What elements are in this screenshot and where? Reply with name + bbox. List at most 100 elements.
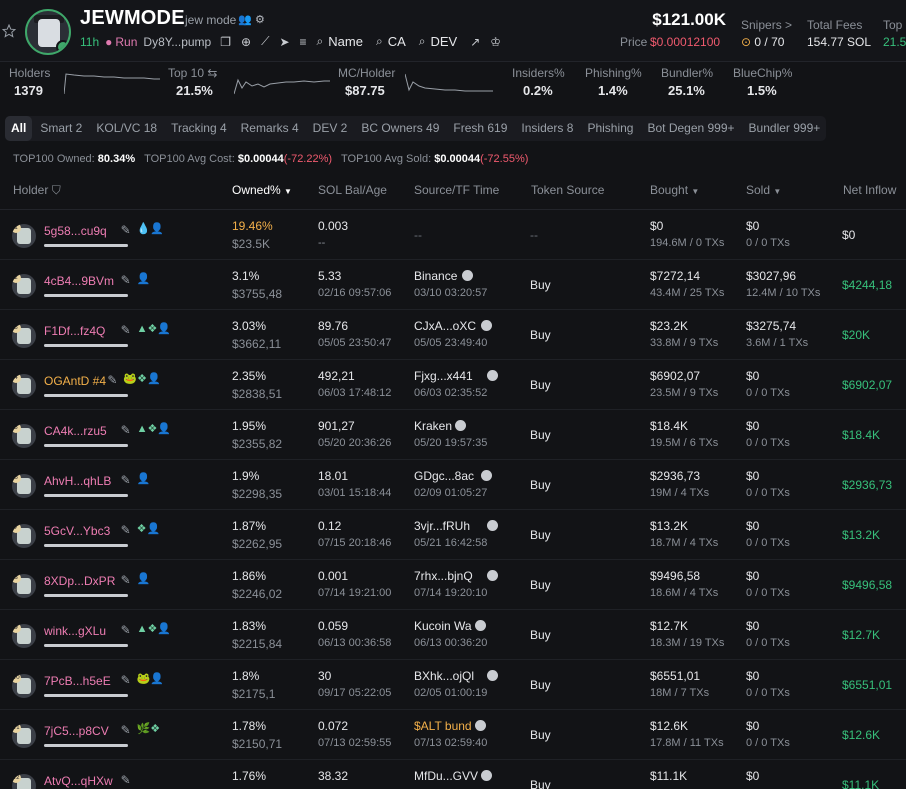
sol-balance: 38.32 xyxy=(318,769,349,783)
col-owned[interactable]: Owned% ▼ xyxy=(232,183,292,197)
holder-address[interactable]: AtvQ...qHXw xyxy=(44,774,113,788)
edit-remark-icon[interactable]: ✎ xyxy=(121,273,131,287)
edit-remark-icon[interactable]: ✎ xyxy=(107,373,117,387)
table-row[interactable]: 5 CA4k...rzu5 ✎ ▲❖👤 1.95% $2355,82 901,27 05/20… xyxy=(0,410,906,460)
edit-remark-icon[interactable]: ✎ xyxy=(121,473,131,487)
sort-desc-icon[interactable]: ▼ xyxy=(284,187,292,196)
holder-address[interactable]: CA4k...rzu5 xyxy=(44,424,107,438)
tab-bot-degen[interactable]: Bot Degen 999+ xyxy=(641,116,740,141)
col-holder[interactable]: Holder ⛉ xyxy=(13,183,61,198)
funding-source[interactable]: Kucoin Wa xyxy=(414,619,500,633)
edit-remark-icon[interactable]: ✎ xyxy=(121,623,131,637)
search-name-link[interactable]: Name xyxy=(328,34,363,49)
col-source[interactable]: Source/TF Time xyxy=(414,183,499,197)
owned-percent: 1.95% xyxy=(232,419,267,433)
sold-detail: 0 / 0 TXs xyxy=(746,587,790,599)
col-net-inflow[interactable]: Net Inflow xyxy=(843,183,896,197)
holder-avatar[interactable]: 6 xyxy=(12,474,36,498)
wallet-age: 05/05 23:50:47 xyxy=(318,337,392,349)
holder-avatar[interactable]: 10 xyxy=(12,674,36,698)
table-row[interactable]: 6 AhvH...qhLB ✎ 👤 1.9% $2298,35 18.01 03/01 15:… xyxy=(0,460,906,510)
holder-address[interactable]: wink...gXLu xyxy=(44,624,106,638)
holder-address[interactable]: 5g58...cu9q xyxy=(44,224,107,238)
search-name-icon[interactable]: ⌕ xyxy=(317,34,324,49)
holder-avatar[interactable]: 1 xyxy=(12,224,36,248)
table-row[interactable]: 4 OGAntD #4 ✎ 🐸❖👤 2.35% $2838,51 492,21 06/03 1… xyxy=(0,360,906,410)
funding-source[interactable]: $ALT bund xyxy=(414,719,500,733)
holder-address[interactable]: OGAntD #4 xyxy=(44,374,106,388)
holder-avatar[interactable]: 8 xyxy=(12,574,36,598)
holder-address[interactable]: 5GcV...Ybc3 xyxy=(44,524,110,538)
holder-address[interactable]: 4cB4...9BVm xyxy=(44,274,114,288)
holder-address[interactable]: 7PcB...h5eE xyxy=(44,674,111,688)
edit-remark-icon[interactable]: ✎ xyxy=(121,773,131,787)
search-ca-link[interactable]: CA xyxy=(388,34,406,49)
search-dev-link[interactable]: DEV xyxy=(431,34,458,49)
holder-avatar[interactable]: 7 xyxy=(12,524,36,548)
holder-avatar[interactable]: 2 xyxy=(12,274,36,298)
tab-fresh[interactable]: Fresh 619 xyxy=(447,116,513,141)
contract-address[interactable]: Dy8Y...pump xyxy=(143,35,211,49)
table-row[interactable]: 3 F1Df...fz4Q ✎ ▲❖👤 3.03% $3662,11 89.76 05/05 … xyxy=(0,310,906,360)
edit-remark-icon[interactable]: ✎ xyxy=(121,423,131,437)
tab-bc-owners[interactable]: BC Owners 49 xyxy=(355,116,445,141)
table-row[interactable]: 8 8XDp...DxPR ✎ 👤 1.86% $2246,02 0.001 07/14 19… xyxy=(0,560,906,610)
edit-remark-icon[interactable]: ✎ xyxy=(121,573,131,587)
funding-source[interactable]: -- xyxy=(414,228,500,242)
wallet-age: -- xyxy=(318,237,326,249)
holder-avatar[interactable]: 11 xyxy=(12,724,36,748)
table-row[interactable]: 11 7jC5...p8CV ✎ 🌿❖ 1.78% $2150,71 0.072 07/13 … xyxy=(0,710,906,760)
tab-phishing[interactable]: Phishing xyxy=(581,116,639,141)
crown-icon[interactable]: ♔ xyxy=(490,35,501,49)
table-row[interactable]: 7 5GcV...Ybc3 ✎ ❖👤 1.87% $2262,95 0.12 07/15 20… xyxy=(0,510,906,560)
search-dev-icon[interactable]: ⌕ xyxy=(419,34,426,49)
tab-kol-vc[interactable]: KOL/VC 18 xyxy=(90,116,163,141)
favorite-star-icon[interactable] xyxy=(2,24,16,38)
tab-dev[interactable]: DEV 2 xyxy=(307,116,354,141)
edit-remark-icon[interactable]: ✎ xyxy=(121,723,131,737)
snipers-label[interactable]: Snipers > xyxy=(741,18,792,32)
chain-icon[interactable]: ≡ xyxy=(300,35,307,49)
tab-remarks[interactable]: Remarks 4 xyxy=(235,116,305,141)
holder-address[interactable]: 8XDp...DxPR xyxy=(44,574,115,588)
sort-icon[interactable]: ▼ xyxy=(773,187,781,196)
edit-remark-icon[interactable]: ✎ xyxy=(121,223,131,237)
edit-remark-icon[interactable]: ✎ xyxy=(121,323,131,337)
pump-link-icon[interactable]: ⟋ xyxy=(261,34,269,49)
edit-remark-icon[interactable]: ✎ xyxy=(121,673,131,687)
sort-icon[interactable]: ▼ xyxy=(691,187,699,196)
tab-bundler[interactable]: Bundler 999+ xyxy=(743,116,827,141)
filter-icon[interactable]: ⛉ xyxy=(52,183,61,197)
holder-address[interactable]: F1Df...fz4Q xyxy=(44,324,105,338)
col-bought[interactable]: Bought ▼ xyxy=(650,183,699,197)
holder-avatar[interactable]: 9 xyxy=(12,624,36,648)
funding-source[interactable]: Binance xyxy=(414,269,500,283)
website-icon[interactable]: ⊕ xyxy=(241,35,251,49)
swap-icon[interactable]: ⇆ xyxy=(207,66,217,80)
table-row[interactable]: 12 AtvQ...qHXw ✎ 1.76% 38.32 MfDu...GVV Buy $11… xyxy=(0,760,906,789)
holding-bar xyxy=(44,544,128,547)
holder-avatar[interactable]: 4 xyxy=(12,374,36,398)
top10-label[interactable]: Top 10 ⇆ xyxy=(168,66,217,80)
table-row[interactable]: 9 wink...gXLu ✎ ▲❖👤 1.83% $2215,84 0.059 06/13 … xyxy=(0,610,906,660)
col-sol-bal[interactable]: SOL Bal/Age xyxy=(318,183,387,197)
tab-all[interactable]: All xyxy=(5,116,33,141)
tab-tracking[interactable]: Tracking 4 xyxy=(165,116,233,141)
col-sold[interactable]: Sold ▼ xyxy=(746,183,781,197)
edit-remark-icon[interactable]: ✎ xyxy=(121,523,131,537)
holder-address[interactable]: AhvH...qhLB xyxy=(44,474,111,488)
copy-icon[interactable]: ❐ xyxy=(220,35,231,49)
tab-smart[interactable]: Smart 2 xyxy=(34,116,88,141)
col-token-source[interactable]: Token Source xyxy=(531,183,604,197)
share-icon[interactable]: ↗ xyxy=(470,35,480,49)
holder-address[interactable]: 7jC5...p8CV xyxy=(44,724,109,738)
holder-avatar[interactable]: 5 xyxy=(12,424,36,448)
table-row[interactable]: 10 7PcB...h5eE ✎ 🐸👤 1.8% $2175,1 30 09/17 05:22… xyxy=(0,660,906,710)
holder-avatar[interactable]: 12 xyxy=(12,774,36,789)
table-row[interactable]: 2 4cB4...9BVm ✎ 👤 3.1% $3755,48 5.33 02/16 09:5… xyxy=(0,260,906,310)
table-row[interactable]: 1 5g58...cu9q ✎ 💧👤 19.46% $23.5K 0.003 -- -- -- $0… xyxy=(0,210,906,260)
search-ca-icon[interactable]: ⌕ xyxy=(376,34,383,49)
holder-avatar[interactable]: 3 xyxy=(12,324,36,348)
telegram-icon[interactable]: ➤ xyxy=(279,35,289,49)
tab-insiders[interactable]: Insiders 8 xyxy=(515,116,579,141)
